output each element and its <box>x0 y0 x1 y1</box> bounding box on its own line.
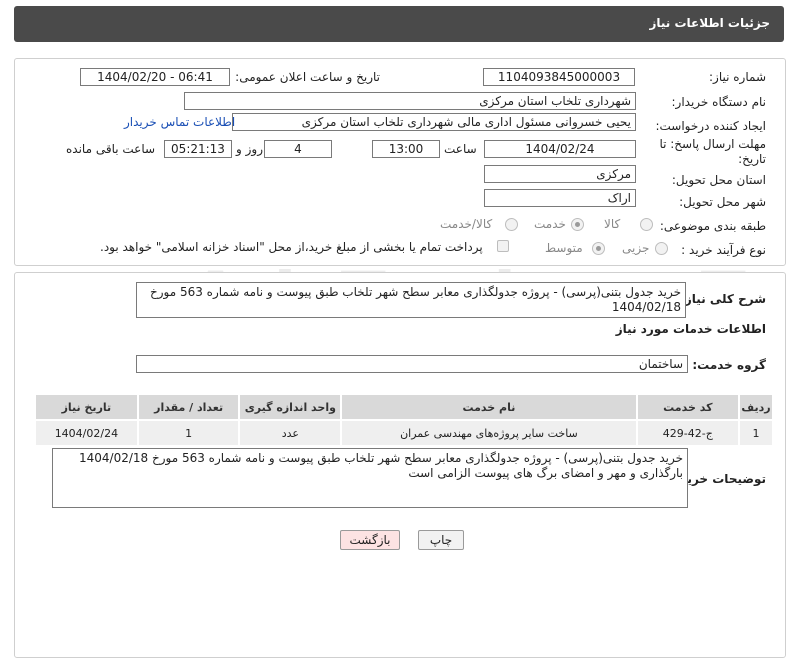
need-number-field: 1104093845000003 <box>483 68 635 86</box>
creator-field: یحیی خسروانی مسئول اداری مالی شهرداری تل… <box>232 113 636 131</box>
category-option-goods: کالا <box>604 217 621 231</box>
category-option-service: خدمت <box>534 217 566 231</box>
summary-textarea: خرید جدول بتنی(پرسی) - پروژه جدولگذاری م… <box>136 282 686 318</box>
buyer-org-label: نام دستگاه خریدار: <box>671 95 767 109</box>
service-group-label: گروه خدمت: <box>692 358 766 372</box>
col-header-code: کد خدمت <box>635 393 740 421</box>
category-radio-service[interactable] <box>571 218 584 231</box>
page-title: جزئیات اطلاعات نیاز <box>649 16 770 30</box>
city-field: اراک <box>484 189 636 207</box>
deadline-label: مهلت ارسال پاسخ: تا تاریخ: <box>659 137 766 166</box>
buyer-org-field: شهرداری تلخاب استان مرکزی <box>184 92 636 110</box>
table-row: 1404/02/24 1 عدد ساخت سایر پروژه‌های مهن… <box>34 419 775 447</box>
buyer-notes-textarea: خرید جدول بتنی(پرسی) - پروژه جدولگذاری م… <box>52 448 688 508</box>
cell-date: 1404/02/24 <box>34 419 139 447</box>
process-option-medium: متوسط <box>545 241 583 255</box>
page-header: جزئیات اطلاعات نیاز <box>14 6 784 42</box>
process-option-minor: جزیی <box>622 241 650 255</box>
col-header-name: نام خدمت <box>340 393 638 421</box>
col-header-qty: تعداد / مقدار <box>136 393 241 421</box>
remaining-time-field: 05:21:13 <box>164 140 232 158</box>
back-button[interactable]: بازگشت <box>340 530 400 550</box>
col-header-unit: واحد اندازه گیری <box>238 393 343 421</box>
days-remaining-field: 4 <box>264 140 332 158</box>
treasury-checkbox[interactable] <box>497 240 509 252</box>
category-radio-goods-service[interactable] <box>505 218 518 231</box>
remaining-time-label: ساعت باقی مانده <box>66 142 156 156</box>
process-radio-minor[interactable] <box>655 242 668 255</box>
table-header-row: تاریخ نیاز تعداد / مقدار واحد اندازه گیر… <box>34 393 775 421</box>
buyer-notes-line1: خرید جدول بتنی(پرسی) - پروژه جدولگذاری م… <box>78 451 683 465</box>
creator-label: ایجاد کننده درخواست: <box>655 119 766 133</box>
need-number-label: شماره نیاز: <box>709 70 766 84</box>
province-label: استان محل تحویل: <box>671 173 766 187</box>
province-field: مرکزی <box>484 165 636 183</box>
category-option-goods-service: کالا/خدمت <box>440 217 493 231</box>
deadline-time-label: ساعت <box>444 142 477 156</box>
summary-label: شرح کلی نیاز: <box>680 292 766 306</box>
cell-name: ساخت سایر پروژه‌های مهندسی عمران <box>340 419 638 447</box>
cell-unit: عدد <box>238 419 343 447</box>
city-label: شهر محل تحویل: <box>679 195 766 209</box>
cell-code: ج-42-429 <box>635 419 740 447</box>
process-label: نوع فرآیند خرید : <box>681 243 766 257</box>
print-button[interactable]: چاپ <box>418 530 464 550</box>
buyer-contact-link[interactable]: اطلاعات تماس خریدار <box>124 115 235 129</box>
treasury-note: پرداخت تمام یا بخشی از مبلغ خرید،از محل … <box>100 240 483 254</box>
deadline-date-field: 1404/02/24 <box>484 140 636 158</box>
col-header-date: تاریخ نیاز <box>34 393 139 421</box>
process-radio-medium[interactable] <box>592 242 605 255</box>
buyer-notes-line2: بارگذاری و مهر و امضای برگ های پیوست الز… <box>408 466 683 480</box>
col-header-row: ردیف <box>737 393 775 421</box>
announce-datetime-field: 1404/02/20 - 06:41 <box>80 68 230 86</box>
deadline-time-field: 13:00 <box>372 140 440 158</box>
days-label: روز و <box>236 142 263 156</box>
services-section-title: اطلاعات خدمات مورد نیاز <box>615 322 766 336</box>
category-radio-goods[interactable] <box>640 218 653 231</box>
cell-qty: 1 <box>136 419 241 447</box>
announce-label: تاریخ و ساعت اعلان عمومی: <box>235 70 380 84</box>
cell-row: 1 <box>737 419 775 447</box>
category-label: طبقه بندی موضوعی: <box>659 219 766 233</box>
service-group-field: ساختمان <box>136 355 688 373</box>
services-table: تاریخ نیاز تعداد / مقدار واحد اندازه گیر… <box>34 393 775 447</box>
